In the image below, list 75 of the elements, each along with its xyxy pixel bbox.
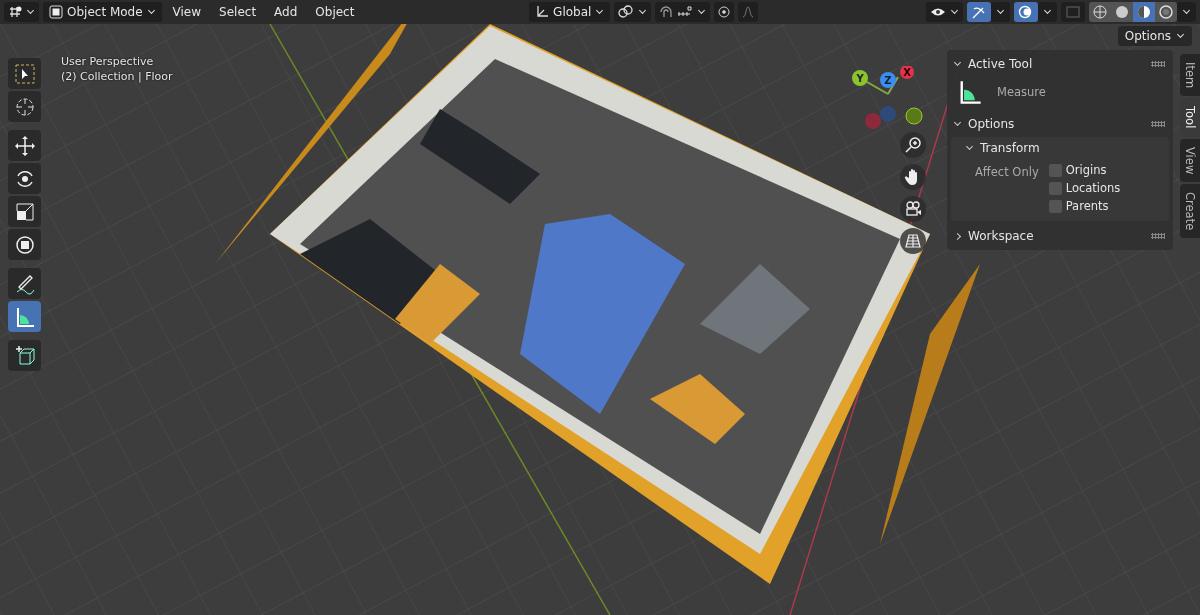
- menu-item[interactable]: Object: [308, 2, 362, 22]
- editor-type-icon: [8, 5, 22, 19]
- move-tool-button[interactable]: [8, 130, 41, 161]
- cursor-tool-button[interactable]: [8, 91, 41, 122]
- sidebar-tab[interactable]: View: [1180, 138, 1200, 182]
- rotate-tool-button[interactable]: [8, 163, 41, 194]
- move-icon: [13, 134, 36, 157]
- snap-button[interactable]: [655, 2, 711, 22]
- field-label: Affect Only: [975, 164, 1039, 181]
- select-icon: [13, 62, 36, 85]
- cursor-icon: [13, 95, 36, 118]
- scale-icon: [13, 200, 36, 223]
- axis-gizmo-drawing: Y Z X: [848, 66, 928, 136]
- pivot-button[interactable]: [614, 2, 652, 22]
- drag-handle-icon[interactable]: [1151, 233, 1165, 239]
- checkbox[interactable]: [1048, 199, 1062, 213]
- options-dropdown[interactable]: Options: [1117, 26, 1192, 46]
- scale-tool-button[interactable]: [8, 196, 41, 227]
- mode-dropdown[interactable]: Object Mode: [43, 2, 162, 22]
- viewport-info-text: (2) Collection | Floor: [61, 70, 173, 83]
- sidebar-tab[interactable]: Create: [1180, 183, 1200, 239]
- wire-shading-icon: [1093, 5, 1107, 19]
- object-mode-icon: [49, 5, 63, 19]
- camera-icon: [904, 200, 922, 218]
- sidebar-tab[interactable]: Tool: [1180, 98, 1200, 137]
- panel-header[interactable]: Options: [951, 117, 1015, 131]
- rendered-shading-icon: [1159, 5, 1173, 19]
- transform-icon: [13, 233, 36, 256]
- drag-handle-icon[interactable]: [1151, 121, 1165, 127]
- axes-icon: [535, 5, 550, 19]
- annotate-tool-button[interactable]: [8, 268, 41, 299]
- gizmo-dropdown[interactable]: [991, 2, 1010, 22]
- xray-icon: [1065, 5, 1081, 19]
- editor-type-button[interactable]: [4, 2, 39, 22]
- gizmo-toggle[interactable]: [967, 2, 991, 22]
- select-tool-button[interactable]: [8, 58, 41, 89]
- orientation-dropdown[interactable]: Global: [529, 2, 611, 22]
- grid-icon: [904, 232, 922, 250]
- overlay-icon: [1018, 5, 1034, 19]
- subpanel-header[interactable]: Transform: [951, 139, 1052, 163]
- menu-item[interactable]: Add: [267, 2, 305, 22]
- tool-name: Measure: [997, 85, 1046, 99]
- checkbox-option[interactable]: Origins: [1048, 163, 1121, 177]
- proportional-edit-button[interactable]: [714, 2, 735, 22]
- menu-item[interactable]: Select: [212, 2, 264, 22]
- material-shading-icon: [1137, 5, 1151, 19]
- shading-button[interactable]: [1133, 2, 1155, 22]
- target-icon: [718, 6, 731, 18]
- gizmo-icon: [971, 5, 987, 19]
- transform-tool-button[interactable]: [8, 229, 41, 260]
- drag-handle-icon[interactable]: [1151, 61, 1165, 67]
- overlay-dropdown[interactable]: [1038, 2, 1057, 22]
- checkbox-option[interactable]: Parents: [1048, 199, 1121, 213]
- overlay-toggle[interactable]: [1014, 2, 1038, 22]
- falloff-icon: [742, 6, 755, 18]
- magnet-icon: [659, 5, 674, 19]
- solid-shading-icon: [1115, 5, 1129, 19]
- panel-header[interactable]: Workspace: [951, 229, 1034, 243]
- menu-item[interactable]: View: [165, 2, 209, 22]
- checkbox[interactable]: [1048, 163, 1062, 177]
- shading-dropdown[interactable]: [1177, 2, 1196, 22]
- visibility-button[interactable]: [926, 2, 963, 22]
- add-cube-icon: [13, 344, 36, 367]
- checkbox-option[interactable]: Locations: [1048, 181, 1121, 195]
- add-cube-tool-button[interactable]: [8, 340, 41, 371]
- eye-icon: [930, 6, 946, 18]
- increment-icon: [677, 5, 694, 19]
- link-icon: [618, 5, 635, 19]
- sidebar-tab[interactable]: Item: [1180, 54, 1200, 97]
- magnifier-icon: [904, 136, 922, 154]
- panel-header[interactable]: Active Tool: [951, 57, 1033, 71]
- viewport-info-text: User Perspective: [61, 55, 155, 68]
- falloff-button[interactable]: [738, 2, 759, 22]
- measure-tool-button[interactable]: [8, 301, 41, 332]
- checkbox[interactable]: [1048, 181, 1062, 195]
